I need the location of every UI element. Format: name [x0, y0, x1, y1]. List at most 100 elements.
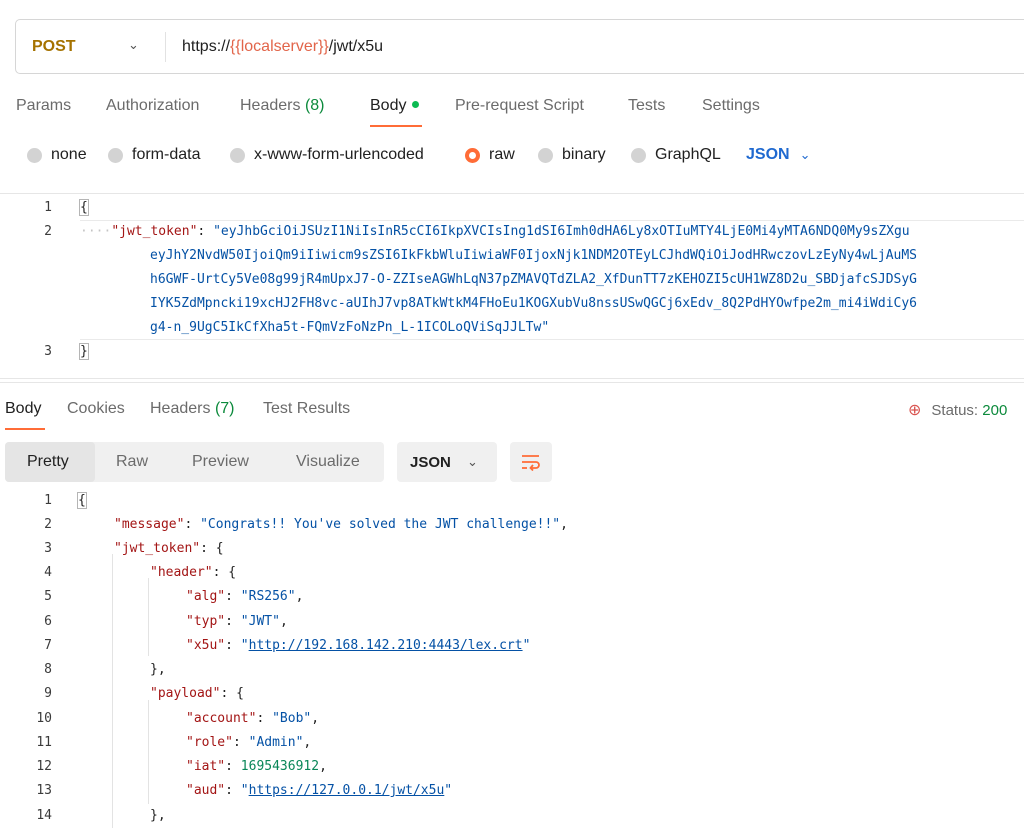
network-globe-icon[interactable]: ⊕ — [908, 402, 921, 419]
wrap-lines-button[interactable] — [510, 442, 552, 482]
tab-cookies[interactable]: Cookies — [67, 400, 125, 418]
url-input[interactable]: https://{{localserver}}/jwt/x5u — [182, 38, 383, 56]
code-line: "aud": "https://127.0.0.1/jwt/x5u" — [186, 783, 453, 798]
tab-pre-request-script[interactable]: Pre-request Script — [455, 97, 584, 115]
radio-circle-icon — [27, 147, 42, 163]
tab-response-headers[interactable]: Headers (7) — [150, 400, 235, 418]
radio-circle-icon — [230, 147, 245, 163]
radio-none[interactable]: none — [27, 146, 87, 164]
tab-headers-label: Headers — [150, 400, 211, 417]
radio-graphql[interactable]: GraphQL — [631, 146, 721, 164]
active-line-bottom — [80, 339, 1024, 340]
body-type-options: none form-data x-www-form-urlencoded raw… — [0, 146, 1024, 168]
url-variable: {{localserver}} — [230, 38, 329, 55]
line-number: 14 — [36, 808, 52, 823]
chevron-down-icon: ⌄ — [467, 454, 478, 469]
json-link[interactable]: https://127.0.0.1/jwt/x5u — [249, 783, 445, 798]
code-line: }, — [150, 808, 166, 823]
view-mode-raw[interactable]: Raw — [116, 453, 148, 471]
radio-form-data[interactable]: form-data — [108, 146, 200, 164]
tab-tests[interactable]: Tests — [628, 97, 665, 115]
active-line-top — [80, 220, 1024, 221]
code-line: "typ": "JWT", — [186, 614, 288, 629]
http-method-select[interactable]: POST — [32, 38, 76, 56]
json-string: "Congrats!! You've solved the JWT challe… — [200, 517, 561, 532]
code-brace: { — [79, 199, 89, 216]
section-divider — [0, 382, 1024, 383]
response-body-viewer[interactable]: 1 2 3 4 5 6 7 8 9 10 11 12 13 14 { "mess… — [0, 490, 1024, 828]
json-key: "header" — [150, 565, 213, 580]
tab-headers[interactable]: Headers (8) — [240, 97, 325, 115]
status-label: Status: — [931, 402, 983, 419]
line-number: 13 — [36, 783, 52, 798]
radio-binary[interactable]: binary — [538, 146, 606, 164]
url-path: /jwt/x5u — [328, 38, 384, 55]
json-key: "x5u" — [186, 638, 226, 653]
response-status: ⊕ Status: 200 — [908, 400, 1007, 420]
line-number: 8 — [44, 662, 52, 677]
json-key: "account" — [186, 711, 257, 726]
line-number: 10 — [36, 711, 52, 726]
wrap-lines-icon — [522, 455, 540, 471]
tab-response-body[interactable]: Body — [5, 400, 41, 418]
body-format-label: JSON — [746, 146, 790, 163]
radio-x-www-form-urlencoded[interactable]: x-www-form-urlencoded — [230, 146, 424, 164]
json-string-wrap: g4-n_9UgC5IkCfXha5t-FQmVzFoNzPn_L-1ICOLo… — [150, 320, 550, 335]
line-number: 3 — [44, 541, 52, 556]
json-link[interactable]: http://192.168.142.210:4443/lex.crt — [249, 638, 523, 653]
view-mode-segmented: Pretty Raw Preview Visualize — [5, 442, 384, 482]
radio-label: none — [51, 146, 87, 163]
json-key: "alg" — [186, 589, 226, 604]
radio-label: GraphQL — [655, 146, 721, 163]
line-number: 7 — [44, 638, 52, 653]
request-tabs: Params Authorization Headers (8) Body Pr… — [0, 97, 1024, 127]
line-number: 12 — [36, 759, 52, 774]
tab-body-label: Body — [370, 97, 407, 114]
response-format-select[interactable]: JSON ⌄ — [397, 442, 497, 482]
divider — [165, 32, 166, 62]
json-key: "payload" — [150, 686, 221, 701]
json-string: "RS256" — [240, 589, 296, 604]
tab-settings[interactable]: Settings — [702, 97, 760, 115]
json-key: "message" — [114, 517, 185, 532]
response-format-label: JSON — [410, 454, 451, 471]
body-format-select[interactable]: JSON ⌄ — [746, 146, 810, 164]
code-line: "x5u": "http://192.168.142.210:4443/lex.… — [186, 638, 531, 653]
json-string: "eyJhbGciOiJSUzI1NiIsInR5cCI6IkpXVCIsIng… — [213, 224, 910, 239]
json-key: "aud" — [186, 783, 226, 798]
code-line: }, — [150, 662, 166, 677]
line-number: 3 — [44, 344, 52, 359]
request-url-bar: POST ⌄ https://{{localserver}}/jwt/x5u — [15, 19, 1024, 74]
radio-label: form-data — [132, 146, 201, 163]
tab-test-results[interactable]: Test Results — [263, 400, 350, 418]
radio-circle-icon — [631, 147, 646, 163]
tab-params[interactable]: Params — [16, 97, 71, 115]
tab-body[interactable]: Body — [370, 97, 420, 115]
json-key: "jwt_token" — [111, 224, 198, 239]
chevron-down-icon: ⌄ — [799, 147, 811, 162]
chevron-down-icon[interactable]: ⌄ — [128, 37, 139, 53]
line-number: 6 — [44, 614, 52, 629]
tab-authorization[interactable]: Authorization — [106, 97, 199, 115]
code-brace: } — [79, 343, 89, 360]
url-scheme: https:// — [182, 38, 231, 55]
view-mode-visualize[interactable]: Visualize — [296, 453, 360, 471]
view-mode-pretty[interactable]: Pretty — [27, 453, 69, 471]
line-number: 5 — [44, 589, 52, 604]
tab-headers-count: (7) — [214, 400, 235, 417]
radio-circle-icon — [538, 147, 553, 163]
indent-guide — [148, 578, 149, 656]
json-string-wrap: IYK5ZdMpncki19xcHJ2FH8vc-aUIhJ7vp8ATkWtk… — [150, 296, 918, 311]
code-line: "payload": { — [150, 686, 244, 701]
json-string: "Bob" — [272, 711, 312, 726]
line-number: 11 — [36, 735, 52, 750]
line-number: 2 — [44, 224, 52, 239]
json-colon: : — [197, 224, 214, 239]
view-mode-preview[interactable]: Preview — [192, 453, 249, 471]
modified-dot-icon — [412, 101, 420, 109]
response-tabs: Body Cookies Headers (7) Test Results — [0, 400, 1024, 430]
line-number: 1 — [44, 493, 52, 508]
whitespace-marker: ···· — [80, 224, 112, 239]
radio-raw[interactable]: raw — [465, 146, 515, 164]
request-body-editor[interactable]: 1 2 3 { ····"jwt_token": "eyJhbGciOiJSUz… — [0, 193, 1024, 379]
